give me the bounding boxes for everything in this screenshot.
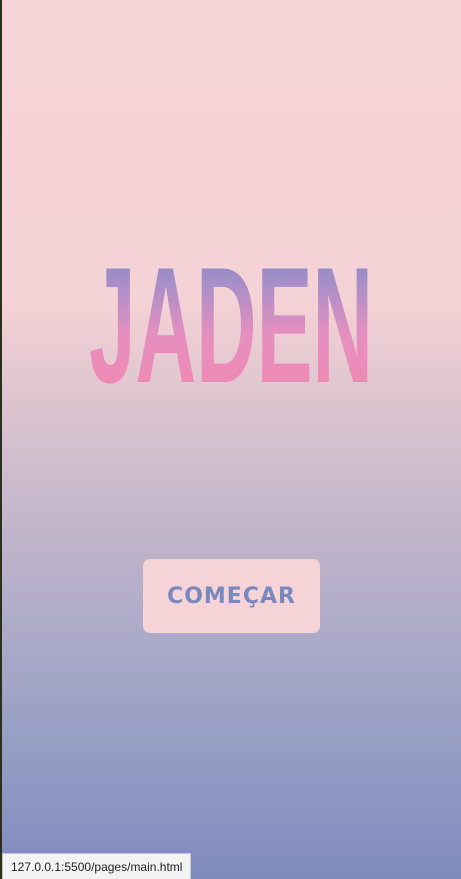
brand-logo: JADEN — [0, 232, 461, 392]
start-button[interactable]: COMEÇAR — [143, 559, 320, 633]
status-bar-url: 127.0.0.1:5500/pages/main.html — [2, 853, 192, 879]
brand-title: JADEN — [89, 233, 373, 392]
brand-logo-svg: JADEN — [89, 233, 373, 392]
window-left-edge — [0, 0, 2, 879]
